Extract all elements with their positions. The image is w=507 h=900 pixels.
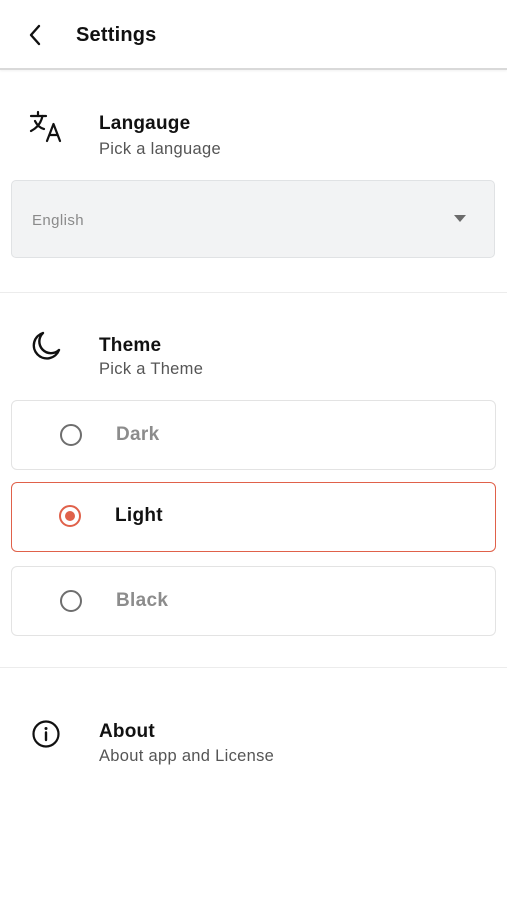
theme-section-header: Theme Pick a Theme xyxy=(0,322,507,392)
section-divider xyxy=(0,292,507,293)
theme-option-label: Black xyxy=(116,590,169,611)
about-title: About xyxy=(99,721,155,742)
language-select-value: English xyxy=(32,212,84,229)
chevron-left-icon xyxy=(29,24,41,46)
back-button[interactable] xyxy=(18,17,54,53)
theme-title: Theme xyxy=(99,335,162,356)
theme-option-dark[interactable]: Dark xyxy=(11,400,496,470)
caret-down-icon xyxy=(454,215,466,222)
radio-dot xyxy=(65,511,75,521)
radio-unchecked-icon[interactable] xyxy=(60,590,82,612)
translate-icon xyxy=(28,108,64,144)
theme-option-label: Light xyxy=(115,505,163,526)
radio-checked-icon[interactable] xyxy=(59,505,81,527)
language-title: Langauge xyxy=(99,113,191,134)
theme-option-black[interactable]: Black xyxy=(11,566,496,636)
about-row[interactable]: About About app and License xyxy=(0,700,507,780)
theme-subtitle: Pick a Theme xyxy=(99,360,204,378)
language-select[interactable]: English xyxy=(11,180,495,258)
radio-unchecked-icon[interactable] xyxy=(60,424,82,446)
app-bar: Settings xyxy=(0,0,507,70)
language-section-header: Langauge Pick a language xyxy=(0,100,507,170)
section-divider xyxy=(0,667,507,668)
about-subtitle: About app and License xyxy=(99,747,275,765)
theme-option-label: Dark xyxy=(116,424,160,445)
theme-option-light[interactable]: Light xyxy=(11,482,496,552)
language-subtitle: Pick a language xyxy=(99,140,221,158)
page-title: Settings xyxy=(76,24,157,46)
moon-icon xyxy=(28,328,64,364)
info-icon xyxy=(28,716,64,752)
